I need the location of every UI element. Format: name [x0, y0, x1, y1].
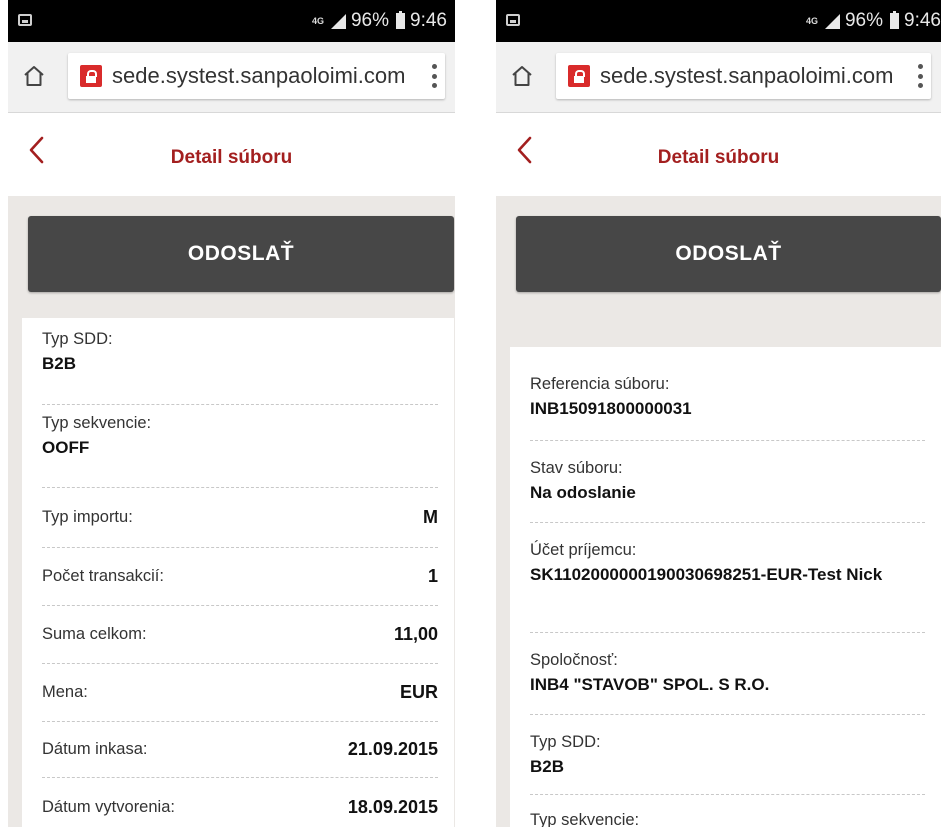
more-options-icon[interactable]: [917, 64, 923, 88]
file-detail-card: Referencia súboru: INB15091800000031 Sta…: [510, 347, 941, 827]
right-phone-screen: 4G 96% 9:46 sede.systest.sanpaoloimi.com…: [496, 0, 941, 827]
browser-toolbar: sede.systest.sanpaoloimi.com: [496, 42, 941, 113]
row-label: Spoločnosť:: [530, 651, 618, 669]
status-bar: 4G 96% 9:46: [496, 0, 941, 42]
network-type: 4G: [805, 16, 818, 26]
battery-icon: [890, 11, 900, 29]
file-detail-card: Typ SDD: B2B Typ sekvencie: OOFF Typ imp…: [22, 318, 454, 827]
clock: 9:46: [410, 10, 447, 31]
gallery-notification-icon: [506, 14, 520, 26]
detail-row-sequence-type: Typ sekvencie: OOFF: [42, 414, 438, 488]
battery-percent: 96%: [844, 10, 884, 31]
status-bar: 4G 96% 9:46: [8, 0, 455, 42]
url-text[interactable]: sede.systest.sanpaoloimi.com: [112, 63, 405, 89]
row-label: Typ SDD:: [530, 733, 601, 751]
row-value: 21.09.2015: [347, 739, 438, 759]
detail-row-transaction-count: Počet transakcií: 1: [42, 548, 438, 606]
row-value: EUR: [399, 682, 438, 702]
more-options-icon[interactable]: [431, 64, 437, 88]
row-value: INB4 "STAVOB" SPOL. S R.O.: [530, 675, 770, 694]
row-value: B2B: [42, 354, 77, 373]
row-label: Stav súboru:: [530, 459, 623, 477]
page-title: Detail súboru: [170, 147, 293, 168]
row-label: Dátum inkasa:: [42, 740, 148, 758]
home-icon[interactable]: [510, 64, 534, 88]
row-label: Typ importu:: [42, 508, 133, 526]
detail-row-company: Spoločnosť: INB4 "STAVOB" SPOL. S R.O.: [530, 651, 925, 715]
left-phone-screen: 4G 96% 9:46 sede.systest.sanpaoloimi.com…: [8, 0, 455, 827]
row-value: Na odoslanie: [530, 483, 636, 502]
page-header: Detail súboru: [496, 113, 941, 196]
row-label: Typ sekvencie:: [530, 811, 640, 827]
detail-row-sequence-type: Typ sekvencie:: [530, 811, 925, 827]
detail-row-recipient-account: Účet príjemcu: SK1102000000190030698251-…: [530, 541, 925, 633]
detail-row-collection-date: Dátum inkasa: 21.09.2015: [42, 722, 438, 778]
detail-row-creation-date: Dátum vytvorenia: 18.09.2015: [42, 778, 438, 827]
detail-row-import-type: Typ importu: M: [42, 488, 438, 548]
row-label: Mena:: [42, 683, 88, 701]
browser-toolbar: sede.systest.sanpaoloimi.com: [8, 42, 455, 113]
address-bar[interactable]: sede.systest.sanpaoloimi.com: [556, 53, 931, 99]
send-button[interactable]: ODOSLAŤ: [516, 216, 941, 292]
address-bar[interactable]: sede.systest.sanpaoloimi.com: [68, 53, 445, 99]
battery-percent: 96%: [350, 10, 390, 31]
row-label: Suma celkom:: [42, 625, 147, 643]
detail-row-file-status: Stav súboru: Na odoslanie: [530, 459, 925, 523]
network-type: 4G: [311, 16, 324, 26]
row-value: INB15091800000031: [530, 399, 692, 418]
home-icon[interactable]: [22, 64, 46, 88]
row-value: B2B: [530, 757, 565, 776]
row-label: Účet príjemcu:: [530, 541, 637, 559]
clock: 9:46: [904, 10, 941, 31]
battery-icon: [396, 11, 406, 29]
row-value: 1: [427, 566, 438, 586]
row-value: 11,00: [393, 624, 438, 644]
row-value: SK1102000000190030698251-EUR-Test Nick: [530, 565, 883, 584]
send-button[interactable]: ODOSLAŤ: [28, 216, 454, 292]
detail-row-currency: Mena: EUR: [42, 664, 438, 722]
page-title: Detail súboru: [657, 147, 780, 168]
row-label: Dátum vytvorenia:: [42, 797, 175, 816]
row-value: M: [423, 507, 438, 527]
row-label: Referencia súboru:: [530, 375, 670, 393]
row-label: Typ sekvencie:: [42, 414, 152, 432]
signal-icon: [824, 13, 840, 29]
row-label: Počet transakcií:: [42, 567, 164, 585]
lock-icon: [80, 65, 102, 87]
detail-row-total-sum: Suma celkom: 11,00: [42, 606, 438, 664]
detail-row-sdd-type: Typ SDD: B2B: [530, 733, 925, 795]
row-label: Typ SDD:: [42, 330, 113, 348]
row-value: OOFF: [42, 438, 90, 457]
page-header: Detail súboru: [8, 113, 455, 196]
row-value: 18.09.2015: [347, 796, 438, 817]
detail-row-file-reference: Referencia súboru: INB15091800000031: [530, 375, 925, 441]
lock-icon: [568, 65, 590, 87]
detail-row-sdd-type: Typ SDD: B2B: [42, 330, 438, 405]
gallery-notification-icon: [18, 14, 32, 26]
signal-icon: [330, 13, 346, 29]
url-text[interactable]: sede.systest.sanpaoloimi.com: [600, 63, 893, 89]
